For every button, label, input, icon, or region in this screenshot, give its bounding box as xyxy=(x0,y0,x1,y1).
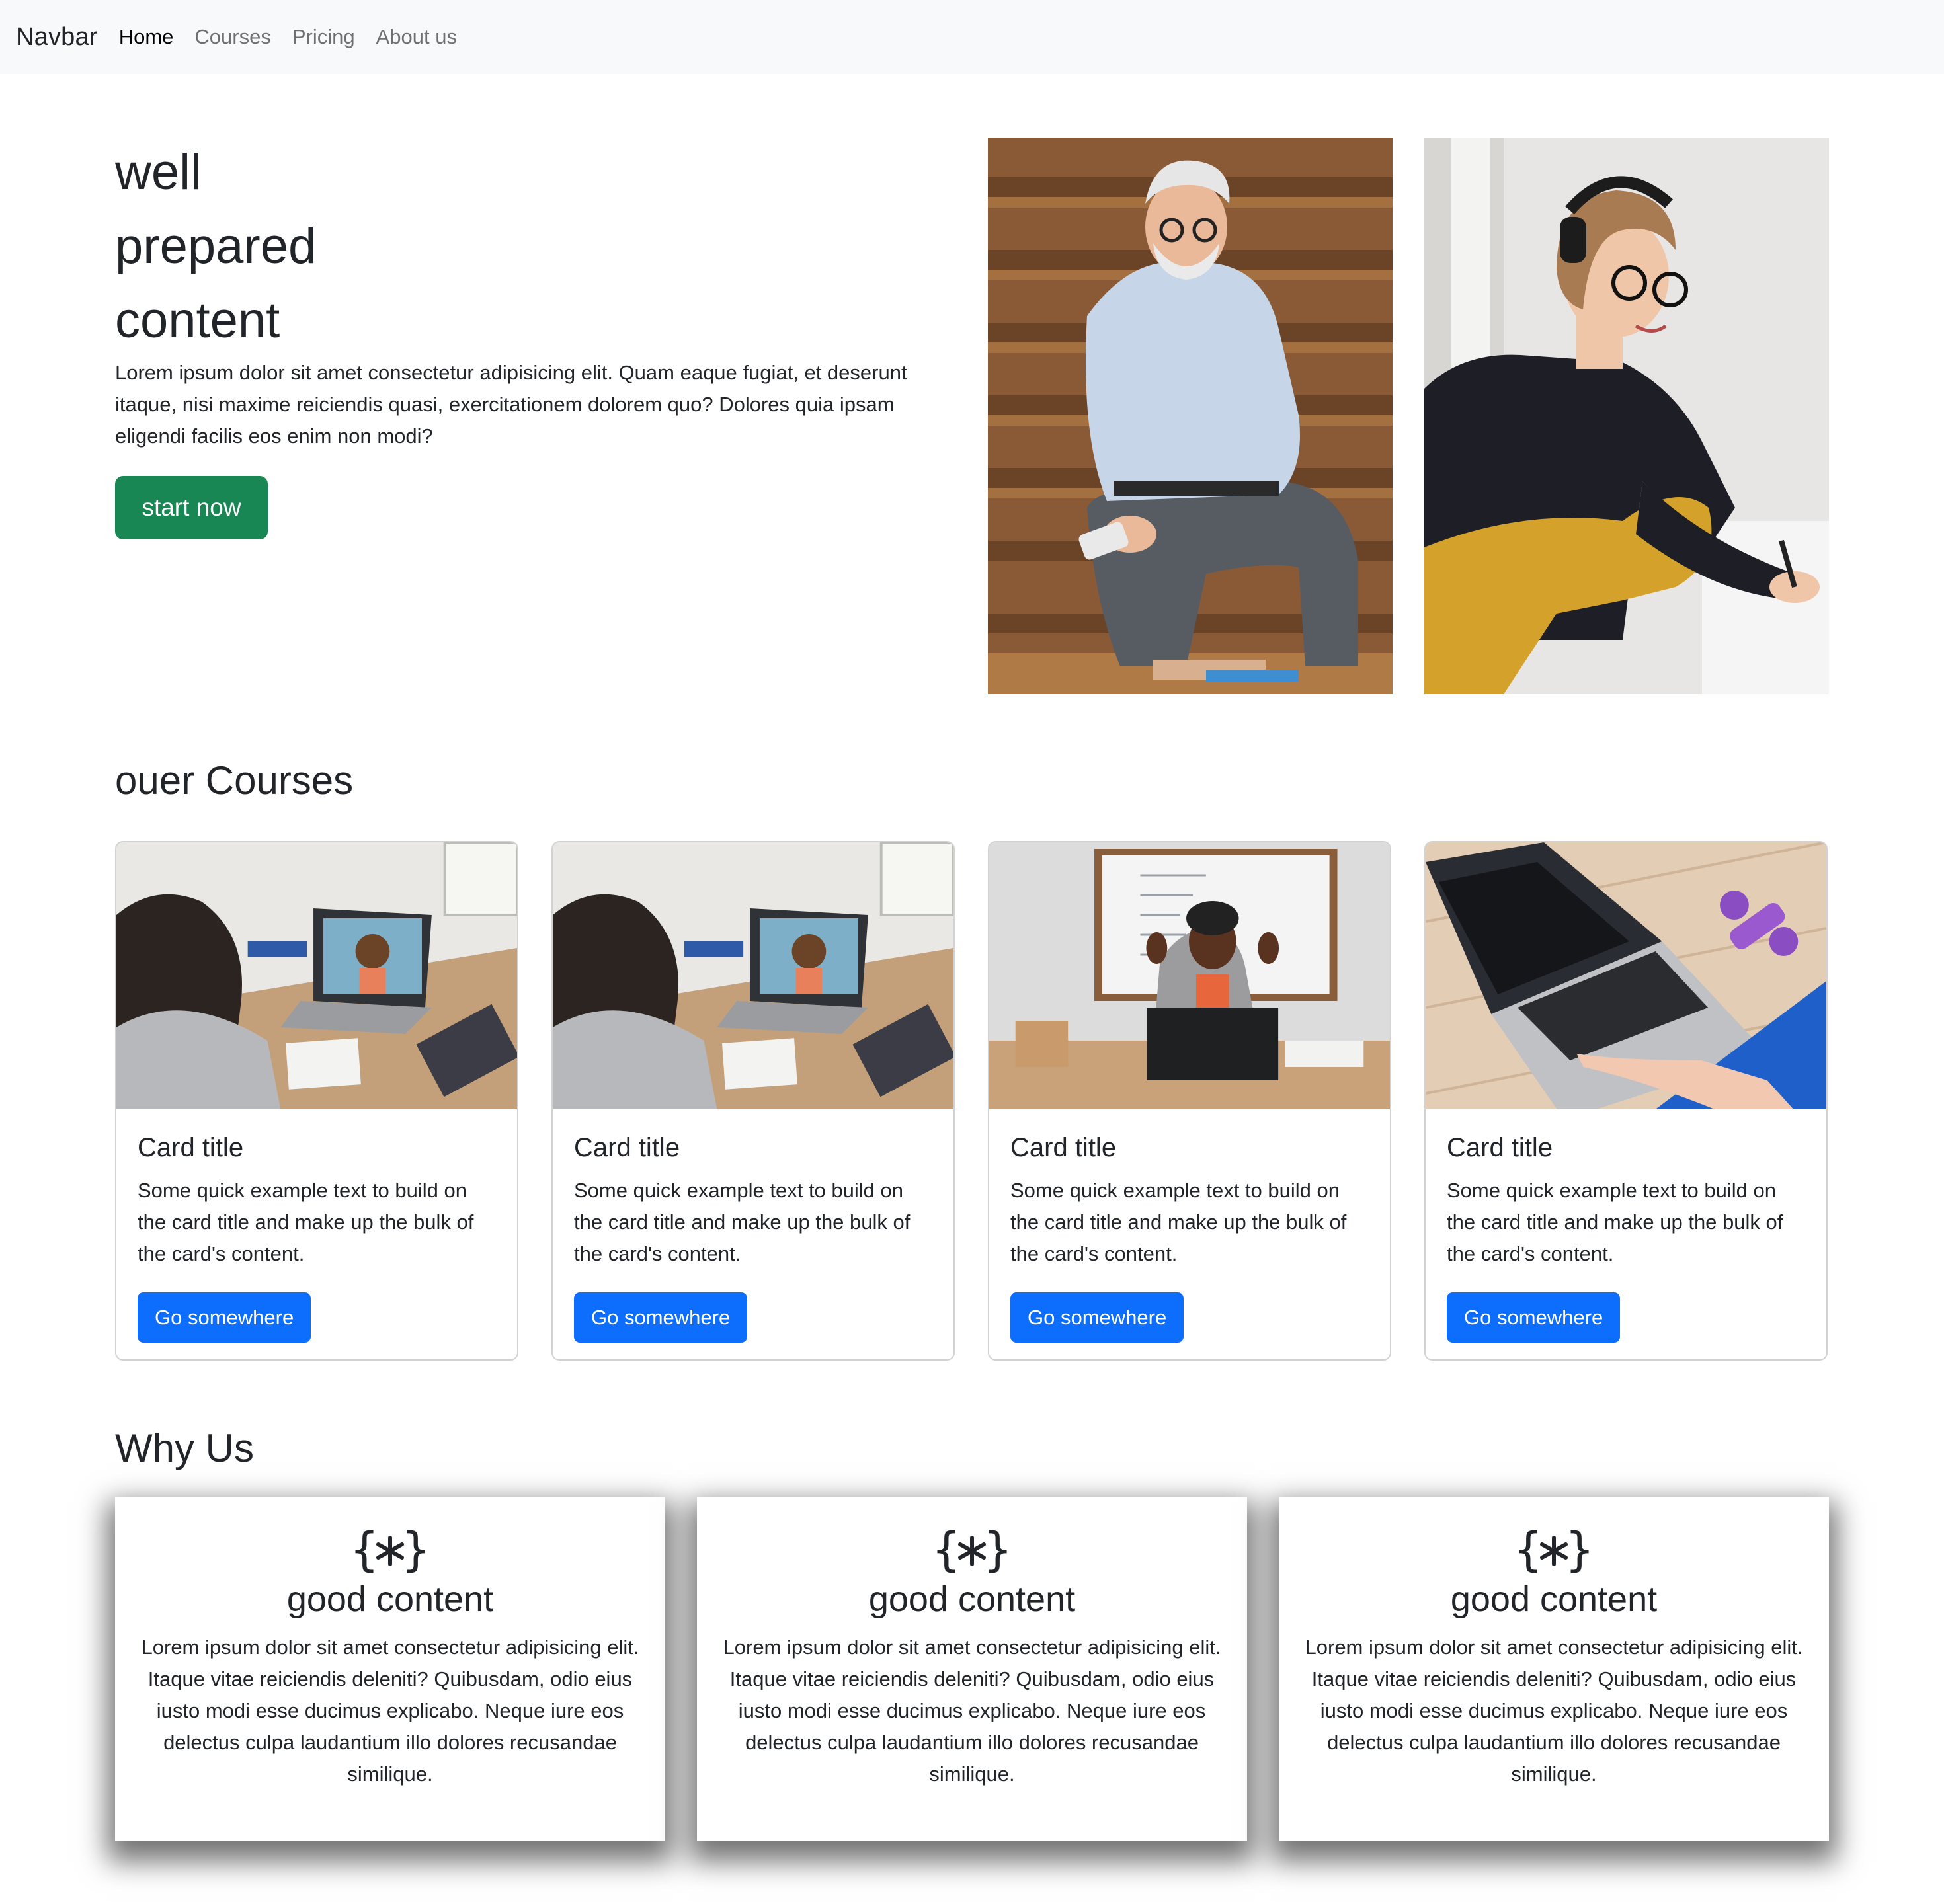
why-us-card-text: Lorem ipsum dolor sit amet consectetur a… xyxy=(723,1636,1221,1786)
why-us-card: {} good content Lorem ipsum dolor sit am… xyxy=(1279,1497,1829,1841)
courses-section-title: ouer Courses xyxy=(115,758,354,803)
why-us-card-heading: good content xyxy=(286,1579,494,1619)
course-card: Card title Some quick example text to bu… xyxy=(988,841,1391,1361)
course-card-image-teacher-whiteboard xyxy=(989,842,1390,1109)
start-now-button[interactable]: start now xyxy=(115,476,268,539)
go-somewhere-button[interactable]: Go somewhere xyxy=(1447,1292,1621,1343)
nav-link-about-us[interactable]: About us xyxy=(376,25,457,49)
svg-text:}: } xyxy=(1565,1523,1590,1576)
card-text: Some quick example text to build on the … xyxy=(1447,1179,1783,1265)
code-braces-asterisk-icon: {} xyxy=(1299,1523,1809,1577)
why-us-card-heading: good content xyxy=(1450,1579,1658,1619)
why-us-card: {} good content Lorem ipsum dolor sit am… xyxy=(115,1497,665,1841)
course-card-image-online-lesson xyxy=(553,842,953,1109)
nav-link-pricing[interactable]: Pricing xyxy=(292,25,355,49)
go-somewhere-button[interactable]: Go somewhere xyxy=(138,1292,311,1343)
svg-text:}: } xyxy=(401,1523,426,1576)
hero-image-student xyxy=(1424,138,1829,694)
card-text: Some quick example text to build on the … xyxy=(1010,1179,1347,1265)
course-card-image-online-lesson xyxy=(116,842,517,1109)
svg-text:{: { xyxy=(936,1523,961,1576)
nav-link-courses[interactable]: Courses xyxy=(194,25,270,49)
hero-text: Lorem ipsum dolor sit amet consectetur a… xyxy=(115,361,907,448)
hero-title-line: well xyxy=(115,144,202,200)
navbar-brand[interactable]: Navbar xyxy=(16,23,98,52)
card-title: Card title xyxy=(1447,1133,1553,1162)
why-us-card-heading: good content xyxy=(868,1579,1076,1619)
hero-image-teacher xyxy=(988,138,1393,694)
hero-title-line: prepared xyxy=(115,218,317,274)
svg-text:}: } xyxy=(983,1523,1008,1576)
course-card-image-laptop-workout xyxy=(1426,842,1826,1109)
card-text: Some quick example text to build on the … xyxy=(574,1179,911,1265)
nav-link-home[interactable]: Home xyxy=(119,25,174,49)
course-card: Card title Some quick example text to bu… xyxy=(115,841,518,1361)
svg-text:{: { xyxy=(354,1523,379,1576)
go-somewhere-button[interactable]: Go somewhere xyxy=(1010,1292,1184,1343)
card-title: Card title xyxy=(1010,1133,1117,1162)
code-braces-asterisk-icon: {} xyxy=(717,1523,1227,1577)
why-us-card: {} good content Lorem ipsum dolor sit am… xyxy=(697,1497,1247,1841)
code-braces-asterisk-icon: {} xyxy=(135,1523,645,1577)
why-us-card-text: Lorem ipsum dolor sit amet consectetur a… xyxy=(1305,1636,1803,1786)
hero-title-line: content xyxy=(115,292,280,348)
course-card: Card title Some quick example text to bu… xyxy=(1424,841,1828,1361)
navbar: Navbar Home Courses Pricing About us xyxy=(0,0,1944,74)
why-us-card-text: Lorem ipsum dolor sit amet consectetur a… xyxy=(141,1636,639,1786)
card-title: Card title xyxy=(138,1133,244,1162)
svg-text:{: { xyxy=(1518,1523,1543,1576)
course-card: Card title Some quick example text to bu… xyxy=(551,841,955,1361)
hero-title: well prepared content xyxy=(115,136,909,358)
card-title: Card title xyxy=(574,1133,680,1162)
why-us-section-title: Why Us xyxy=(115,1426,254,1470)
go-somewhere-button[interactable]: Go somewhere xyxy=(574,1292,748,1343)
card-text: Some quick example text to build on the … xyxy=(138,1179,474,1265)
